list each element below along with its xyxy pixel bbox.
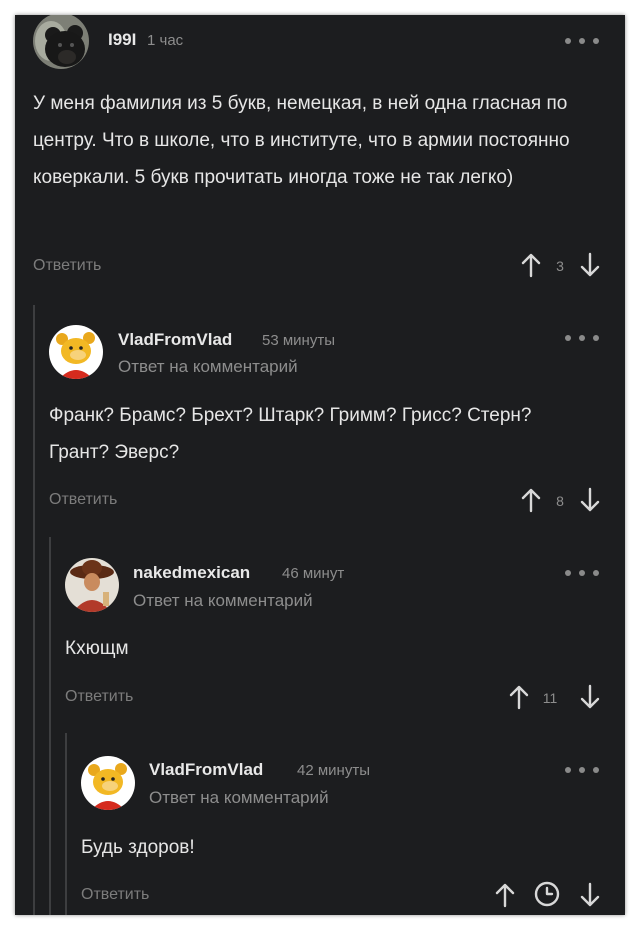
upvote-icon[interactable] [520, 251, 542, 279]
upvote-icon[interactable] [508, 683, 530, 711]
more-options-icon[interactable] [565, 333, 599, 343]
more-options-icon[interactable] [565, 765, 599, 775]
rating-count: 11 [542, 690, 558, 706]
comment-text: Франк? Брамс? Брехт? Штарк? Гримм? Грисс… [49, 405, 532, 463]
downvote-icon[interactable] [579, 251, 601, 279]
comment-author[interactable]: I99I [108, 30, 136, 50]
comment-time: 1 час [147, 32, 184, 49]
comments-panel: I99I 1 час У меня фамилия из 5 букв, нем… [15, 15, 625, 915]
reply-to-label: Ответ на комментарий [133, 591, 313, 610]
thread-line [33, 305, 35, 915]
clock-icon [534, 881, 560, 907]
downvote-icon[interactable] [579, 486, 601, 514]
thread-line [65, 733, 67, 915]
upvote-icon[interactable] [520, 486, 542, 514]
rating-count: 3 [556, 258, 564, 274]
reply-button[interactable]: Ответить [49, 491, 117, 509]
comment-text: У меня фамилия из 5 букв, немецкая, в не… [33, 93, 570, 188]
reply-to-label: Ответ на комментарий [149, 788, 329, 807]
winnie-avatar[interactable] [49, 325, 103, 379]
comment-time: 46 минут [282, 565, 345, 582]
comment-time: 42 минуты [297, 762, 370, 779]
reply-button[interactable]: Ответить [33, 257, 101, 275]
downvote-icon[interactable] [579, 881, 601, 909]
comment-text: Будь здоров! [81, 837, 195, 858]
reply-to-label: Ответ на комментарий [118, 357, 298, 376]
more-options-icon[interactable] [565, 36, 599, 46]
reply-button[interactable]: Ответить [65, 688, 133, 706]
winnie-avatar[interactable] [81, 756, 135, 810]
comment-author[interactable]: nakedmexican [133, 563, 250, 583]
reply-button[interactable]: Ответить [81, 886, 149, 904]
downvote-icon[interactable] [579, 683, 601, 711]
bear-avatar[interactable] [33, 15, 89, 69]
more-options-icon[interactable] [565, 568, 599, 578]
comment-author[interactable]: VladFromVlad [149, 760, 263, 780]
rating-count: 8 [556, 493, 564, 509]
comment-author[interactable]: VladFromVlad [118, 330, 232, 350]
upvote-icon[interactable] [494, 881, 516, 909]
thread-line [49, 537, 51, 915]
mexican-avatar[interactable] [65, 558, 119, 612]
comment-text: Кхющм [65, 638, 129, 659]
comment-time: 53 минуты [262, 332, 335, 349]
